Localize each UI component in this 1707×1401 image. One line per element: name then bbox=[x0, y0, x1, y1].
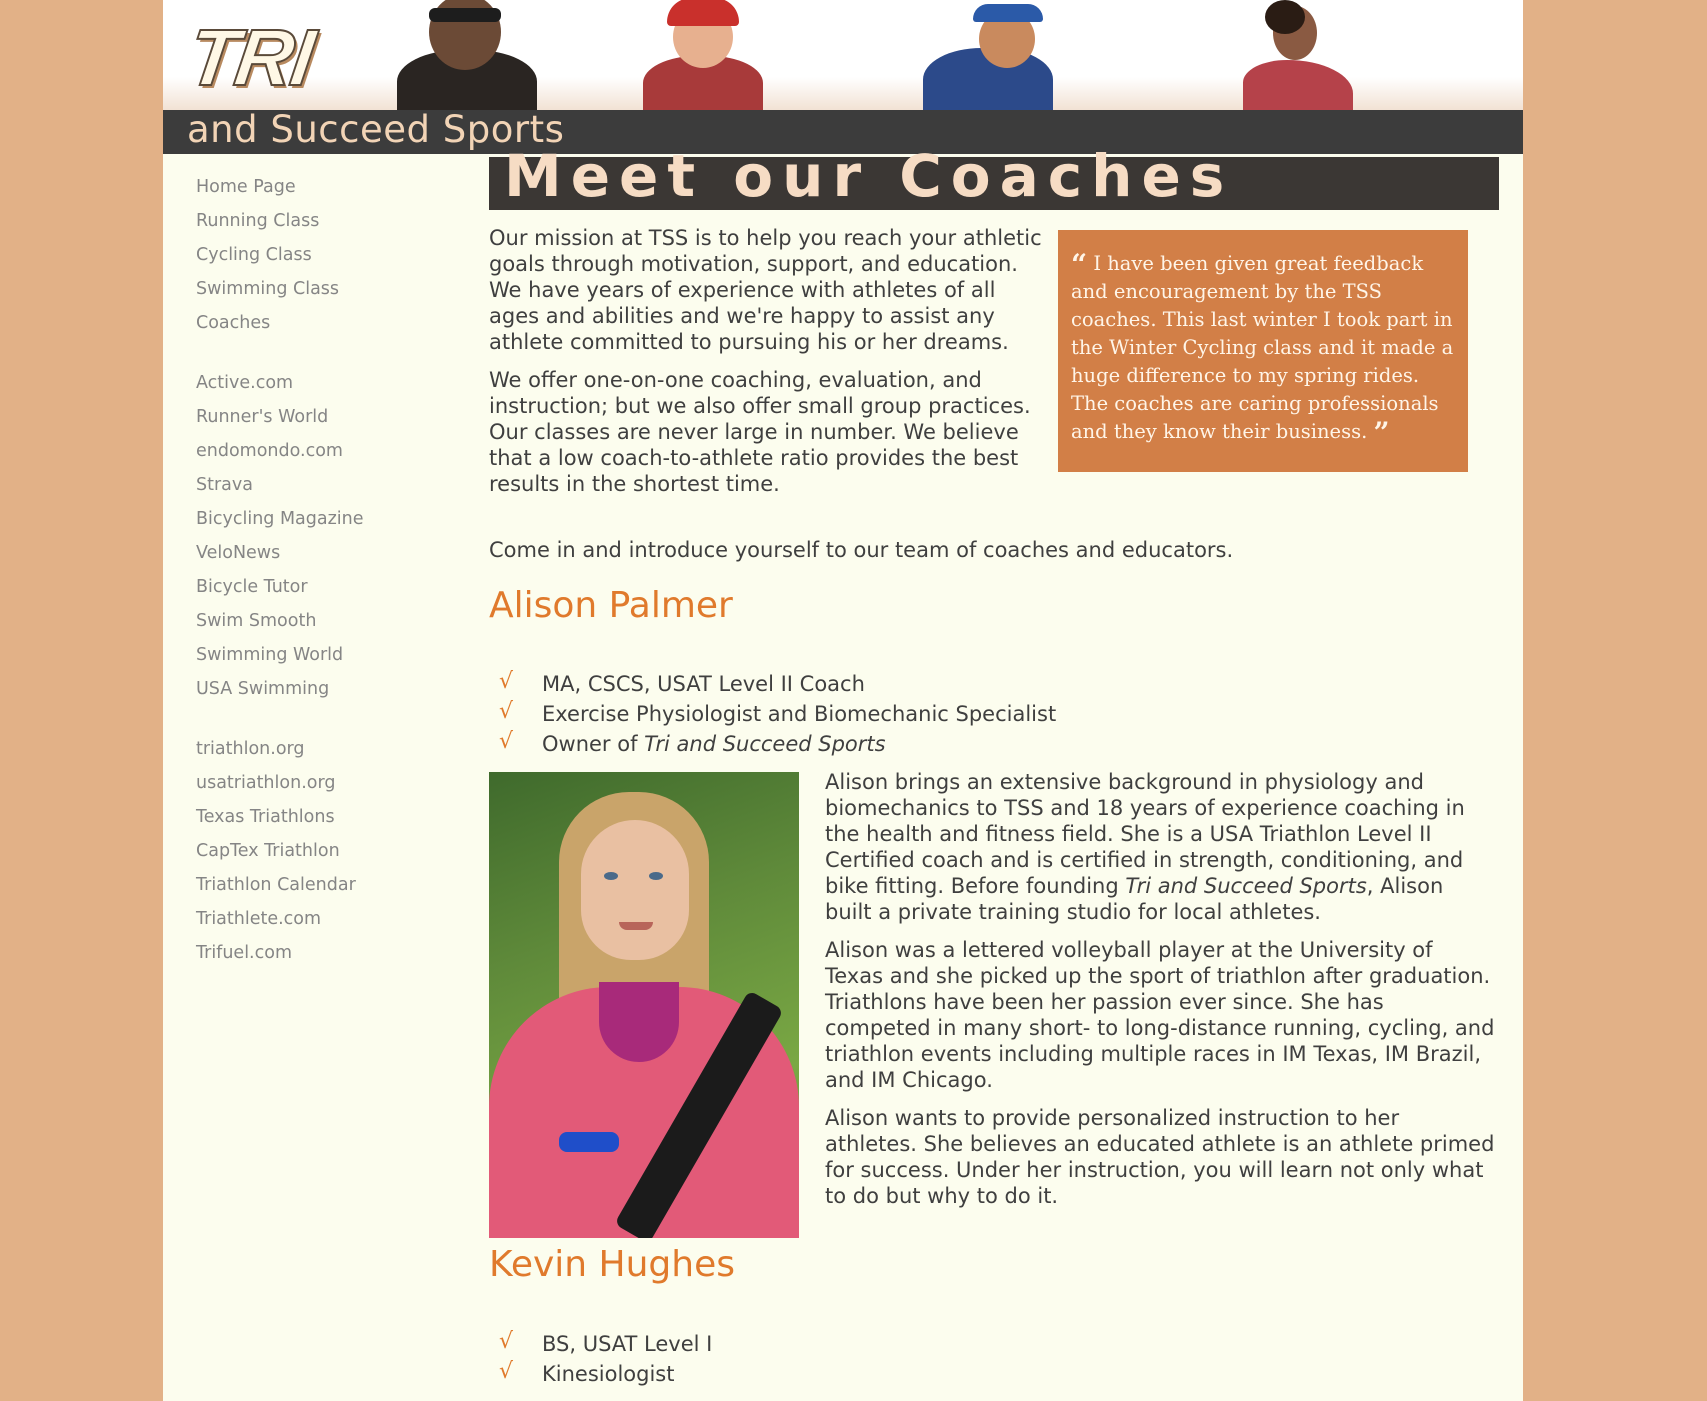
sidebar-item-trifuel[interactable]: Trifuel.com bbox=[196, 936, 456, 970]
open-quote-mark: “ bbox=[1071, 248, 1088, 281]
kevin-credentials-list: √ BS, USAT Level I √ Kinesiologist bbox=[489, 1329, 712, 1389]
list-item: √ Kinesiologist bbox=[499, 1359, 675, 1386]
sidebar-item-captex-triathlon[interactable]: CapTex Triathlon bbox=[196, 834, 456, 868]
sidebar-item-bicycling-magazine[interactable]: Bicycling Magazine bbox=[196, 502, 456, 536]
sidebar-item-strava[interactable]: Strava bbox=[196, 468, 456, 502]
list-item: √ MA, CSCS, USAT Level II Coach bbox=[499, 669, 865, 696]
checkmark-icon: √ bbox=[499, 699, 514, 724]
alison-bio-paragraph-3: Alison wants to provide personalized ins… bbox=[825, 1106, 1495, 1208]
nav-group-site: Home Page Running Class Cycling Class Sw… bbox=[196, 170, 456, 340]
sidebar-item-home-page[interactable]: Home Page bbox=[196, 170, 456, 204]
sidebar-item-coaches[interactable]: Coaches bbox=[196, 306, 456, 340]
testimonial-quote-box: “ I have been given great feedback and e… bbox=[1058, 230, 1468, 472]
alison-bio-paragraph-1: Alison brings an extensive background in… bbox=[825, 770, 1465, 924]
checkmark-icon: √ bbox=[499, 729, 514, 754]
list-item: √ Exercise Physiologist and Biomechanic S… bbox=[499, 699, 1057, 726]
nav-group-resources: Active.com Runner's World endomondo.com … bbox=[196, 366, 456, 706]
header-banner: TRI bbox=[163, 0, 1523, 110]
close-quote-mark: ” bbox=[1373, 416, 1390, 449]
sidebar-item-runners-world[interactable]: Runner's World bbox=[196, 400, 456, 434]
page-title-bar: Meet our Coaches bbox=[489, 147, 1499, 210]
alison-photo bbox=[489, 772, 799, 1238]
sidebar-item-swimming-class[interactable]: Swimming Class bbox=[196, 272, 456, 306]
sidebar-item-triathlon-org[interactable]: triathlon.org bbox=[196, 732, 456, 766]
sidebar-item-swim-smooth[interactable]: Swim Smooth bbox=[196, 604, 456, 638]
intro-paragraph-offer: We offer one-on-one coaching, evaluation… bbox=[489, 368, 1031, 496]
intro-paragraph-mission: Our mission at TSS is to help you reach … bbox=[489, 226, 1042, 354]
sidebar-item-triathlete[interactable]: Triathlete.com bbox=[196, 902, 456, 936]
list-item: √ BS, USAT Level I bbox=[499, 1329, 713, 1356]
logo-tri-text[interactable]: TRI bbox=[182, 12, 319, 103]
checkmark-icon: √ bbox=[499, 1329, 514, 1354]
sidebar-item-usatriathlon-org[interactable]: usatriathlon.org bbox=[196, 766, 456, 800]
swimmer-athlete-image bbox=[377, 0, 557, 110]
sidebar-item-running-class[interactable]: Running Class bbox=[196, 204, 456, 238]
sidebar-nav: Home Page Running Class Cycling Class Sw… bbox=[196, 170, 456, 996]
page-container: TRI and Succeed Sports Home Page Running… bbox=[163, 0, 1523, 1401]
sidebar-item-triathlon-calendar[interactable]: Triathlon Calendar bbox=[196, 868, 456, 902]
alison-credentials-list: √ MA, CSCS, USAT Level II Coach √ Exercise… bbox=[489, 669, 1056, 759]
female-runner-athlete-image bbox=[1203, 0, 1363, 110]
page-title: Meet our Coaches bbox=[504, 142, 1234, 210]
intro-section: Our mission at TSS is to help you reach … bbox=[489, 225, 1049, 509]
sidebar-item-texas-triathlons[interactable]: Texas Triathlons bbox=[196, 800, 456, 834]
sidebar-item-cycling-class[interactable]: Cycling Class bbox=[196, 238, 456, 272]
alison-bio: Alison brings an extensive background in… bbox=[825, 769, 1495, 1221]
cyclist-athlete-image bbox=[633, 0, 773, 110]
alison-bio-paragraph-2: Alison was a lettered volleyball player … bbox=[825, 938, 1495, 1092]
runner-athlete-image bbox=[883, 0, 1083, 110]
sidebar-item-bicycle-tutor[interactable]: Bicycle Tutor bbox=[196, 570, 456, 604]
sidebar-item-usa-swimming[interactable]: USA Swimming bbox=[196, 672, 456, 706]
sidebar-item-endomondo[interactable]: endomondo.com bbox=[196, 434, 456, 468]
checkmark-icon: √ bbox=[499, 669, 514, 694]
checkmark-icon: √ bbox=[499, 1359, 514, 1384]
sidebar-item-active[interactable]: Active.com bbox=[196, 366, 456, 400]
nav-group-triathlon: triathlon.org usatriathlon.org Texas Tri… bbox=[196, 732, 456, 970]
list-item: √ Owner of Tri and Succeed Sports bbox=[499, 729, 886, 756]
coach-name-alison: Alison Palmer bbox=[489, 585, 733, 626]
sidebar-item-swimming-world[interactable]: Swimming World bbox=[196, 638, 456, 672]
intro-paragraph-invite: Come in and introduce yourself to our te… bbox=[489, 538, 1234, 562]
testimonial-text: I have been given great feedback and enc… bbox=[1071, 252, 1454, 443]
sidebar-item-velonews[interactable]: VeloNews bbox=[196, 536, 456, 570]
coach-name-kevin: Kevin Hughes bbox=[489, 1244, 735, 1285]
